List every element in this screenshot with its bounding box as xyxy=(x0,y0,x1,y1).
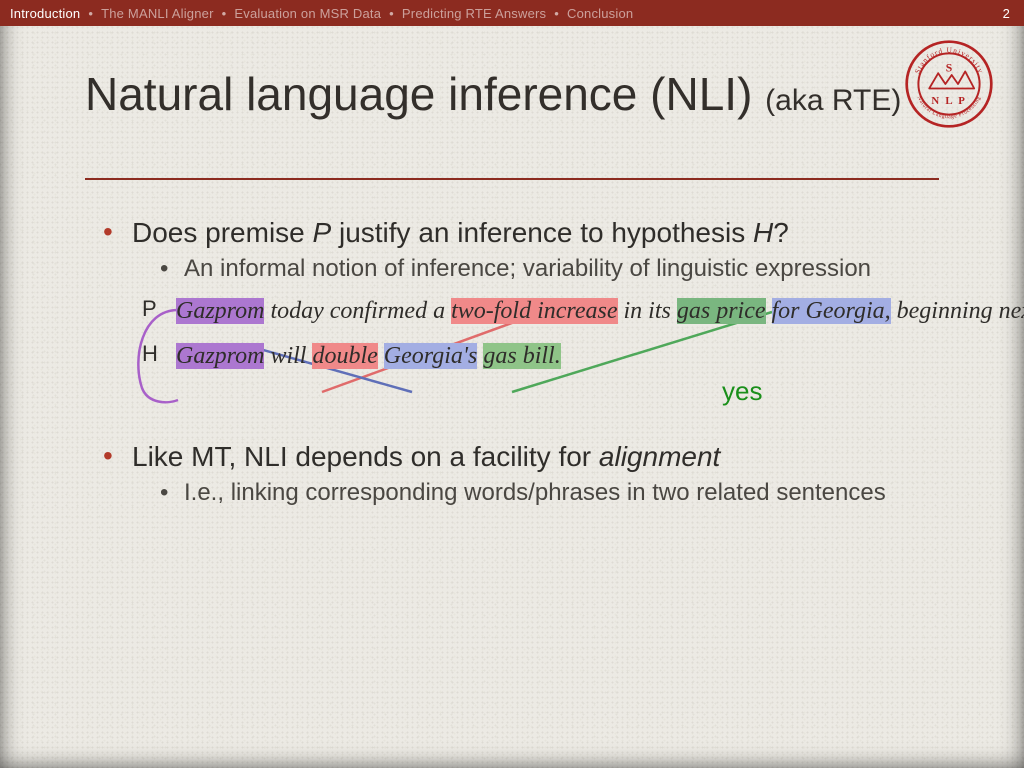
verdict-label: yes xyxy=(722,374,1024,409)
nav-separator: • xyxy=(88,6,93,21)
var-h: H xyxy=(753,217,773,248)
highlight-span: gas price xyxy=(677,298,766,324)
title-underline xyxy=(85,178,939,180)
slide-title: Natural language inference (NLI) (aka RT… xyxy=(85,70,944,118)
breadcrumb-bar: Introduction • The MANLI Aligner • Evalu… xyxy=(0,0,1024,26)
slide-body: Does premise P justify an inference to h… xyxy=(100,215,964,514)
highlight-span: Gazprom xyxy=(176,298,264,324)
alignment-word: alignment xyxy=(599,441,720,472)
hypothesis-label: H xyxy=(142,339,176,369)
text-span: in its xyxy=(618,298,677,324)
highlight-span: Georgia's xyxy=(384,343,478,369)
highlight-span: for Georgia, xyxy=(772,298,891,324)
highlight-span: gas bill. xyxy=(483,343,560,369)
nav-separator: • xyxy=(389,6,394,21)
title-main: Natural language inference (NLI) xyxy=(85,68,765,120)
text-span: today confirmed a xyxy=(264,298,451,324)
highlight-span: double xyxy=(312,343,377,369)
title-subtitle: (aka RTE) xyxy=(765,84,901,117)
text-span xyxy=(766,298,772,324)
stanford-nlp-logo: Stanford University Natural Language Pro… xyxy=(904,38,994,130)
nav-separator: • xyxy=(554,6,559,21)
bullet-2-sub: I.e., linking corresponding words/phrase… xyxy=(158,478,964,508)
highlight-span: two-fold increase xyxy=(451,298,617,324)
bullet-1-sub: An informal notion of inference; variabi… xyxy=(158,254,964,284)
premise-text: Gazprom today confirmed a two-fold incre… xyxy=(176,294,876,329)
page-number: 2 xyxy=(1003,6,1010,21)
text-span xyxy=(378,343,384,369)
slide: Introduction • The MANLI Aligner • Evalu… xyxy=(0,0,1024,768)
bullet-2: Like MT, NLI depends on a facility for a… xyxy=(100,439,964,508)
premise-label: P xyxy=(142,294,176,324)
hypothesis-row: H Gazprom will double Georgia's gas bill… xyxy=(142,339,964,374)
text-span: beginning next Monday. xyxy=(891,298,1024,324)
alignment-example: P Gazprom today confirmed a two-fold inc… xyxy=(142,294,964,409)
text-span: will xyxy=(264,343,312,369)
svg-text:S: S xyxy=(946,61,953,74)
nav-conclusion[interactable]: Conclusion xyxy=(567,6,633,21)
var-p: P xyxy=(313,217,332,248)
premise-row: P Gazprom today confirmed a two-fold inc… xyxy=(142,294,964,329)
nav-manli[interactable]: The MANLI Aligner xyxy=(101,6,214,21)
highlight-span: Gazprom xyxy=(176,343,264,369)
nav-separator: • xyxy=(222,6,227,21)
bullet-1: Does premise P justify an inference to h… xyxy=(100,215,964,284)
nav-msr[interactable]: Evaluation on MSR Data xyxy=(234,6,381,21)
hypothesis-text: Gazprom will double Georgia's gas bill. xyxy=(176,339,561,374)
nav-rte[interactable]: Predicting RTE Answers xyxy=(402,6,546,21)
svg-text:N L P: N L P xyxy=(931,95,966,107)
nav-introduction[interactable]: Introduction xyxy=(10,6,80,21)
